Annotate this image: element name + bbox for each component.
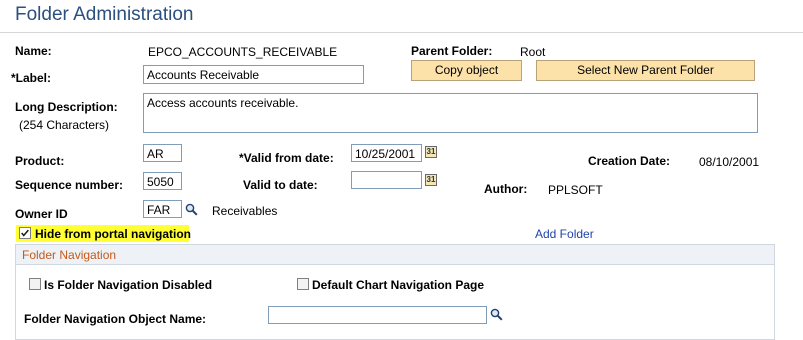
- default-chart-checkbox[interactable]: [297, 278, 309, 290]
- long-description-hint: (254 Characters): [19, 118, 110, 132]
- folder-nav-object-name-label: Folder Navigation Object Name:: [24, 312, 207, 326]
- parent-folder-value: Root: [520, 45, 546, 59]
- owner-id-input[interactable]: FAR: [143, 200, 182, 218]
- parent-folder-label: Parent Folder:: [411, 44, 493, 58]
- label-label: *Label:: [11, 71, 51, 85]
- name-value: EPCO_ACCOUNTS_RECEIVABLE: [148, 45, 338, 59]
- creation-date-label: Creation Date:: [588, 154, 671, 168]
- hide-from-portal-checkbox[interactable]: [19, 227, 31, 239]
- folder-nav-object-name-input[interactable]: [268, 306, 487, 324]
- valid-to-label: Valid to date:: [243, 178, 318, 192]
- label-label-text: *Label:: [11, 71, 52, 85]
- checkmark-icon: [21, 229, 29, 237]
- magnifier-lookup-icon[interactable]: [490, 308, 503, 321]
- owner-id-description: Receivables: [212, 204, 278, 218]
- title-divider: [0, 32, 803, 33]
- page-title: Folder Administration: [15, 4, 194, 25]
- product-input[interactable]: AR: [143, 144, 182, 162]
- valid-from-input[interactable]: 10/25/2001: [351, 144, 422, 162]
- product-label: Product:: [15, 154, 65, 168]
- valid-to-input[interactable]: [351, 171, 422, 189]
- name-label: Name:: [15, 44, 52, 58]
- long-description-textarea[interactable]: Access accounts receivable.: [143, 93, 758, 133]
- folder-navigation-header: [16, 245, 774, 265]
- sequence-number-input[interactable]: 5050: [143, 172, 182, 190]
- add-folder-link[interactable]: Add Folder: [535, 227, 594, 241]
- copy-object-button[interactable]: Copy object: [411, 60, 522, 81]
- select-new-parent-folder-button[interactable]: Select New Parent Folder: [536, 60, 755, 81]
- valid-from-label: *Valid from date:: [239, 151, 334, 165]
- long-description-label: Long Description:: [15, 100, 118, 114]
- label-input[interactable]: Accounts Receivable: [143, 65, 364, 84]
- author-value: PPLSOFT: [548, 183, 603, 197]
- default-chart-label: Default Chart Navigation Page: [312, 278, 485, 292]
- hide-from-portal-label: Hide from portal navigation: [35, 227, 192, 241]
- owner-id-label: Owner ID: [15, 207, 68, 221]
- calendar-icon[interactable]: 31: [425, 146, 437, 158]
- nav-disabled-label: Is Folder Navigation Disabled: [44, 278, 213, 292]
- author-label: Author:: [484, 182, 528, 196]
- nav-disabled-checkbox[interactable]: [29, 278, 41, 290]
- creation-date-value: 08/10/2001: [699, 155, 760, 169]
- sequence-number-label: Sequence number:: [15, 178, 124, 192]
- magnifier-lookup-icon[interactable]: [185, 203, 198, 216]
- calendar-icon[interactable]: 31: [425, 174, 437, 186]
- folder-navigation-title: Folder Navigation: [22, 248, 117, 262]
